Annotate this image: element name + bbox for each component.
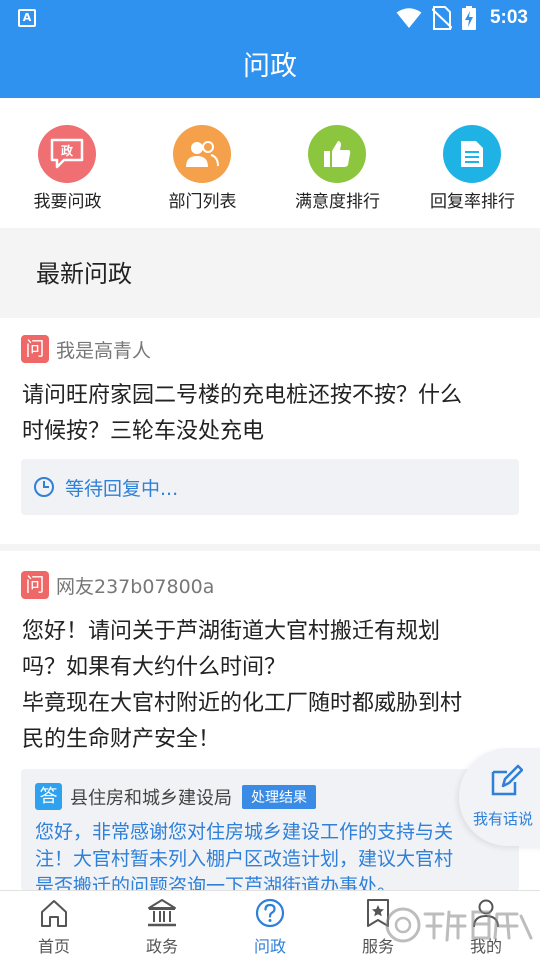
clock-icon bbox=[34, 477, 54, 497]
nav-government[interactable]: 政务 bbox=[108, 891, 216, 960]
asker-row: 问 网友237b07800a bbox=[21, 571, 214, 599]
app-screen: A 5:03 问政 政 我要问政 部门列表 满意度排行 回复率排行 最新问政 问… bbox=[0, 0, 540, 960]
page-title: 问政 bbox=[0, 36, 540, 98]
answer-badge: 答 bbox=[35, 783, 62, 810]
department-name: 县住房和城乡建设局 bbox=[70, 787, 232, 809]
people-icon bbox=[173, 125, 231, 183]
shortcut-reply-rate-rank[interactable]: 回复率排行 bbox=[405, 98, 540, 228]
answer-box: 答 县住房和城乡建设局 处理结果 您好，非常感谢您对住房城乡建设工作的支持与关 … bbox=[21, 769, 519, 891]
nav-label: 首页 bbox=[37, 937, 70, 956]
svg-text:政: 政 bbox=[61, 143, 74, 158]
nav-ask-gov[interactable]: 问政 bbox=[216, 891, 324, 960]
question-badge: 问 bbox=[21, 335, 49, 363]
question-line: 吗？如果有大约什么时间？ bbox=[22, 655, 287, 680]
shortcut-label: 满意度排行 bbox=[295, 192, 380, 212]
asker-name: 我是高青人 bbox=[56, 339, 152, 362]
nav-label: 问政 bbox=[253, 937, 286, 956]
wifi-icon bbox=[396, 8, 422, 28]
question-line: 时候按？三轮车没处充电 bbox=[22, 419, 265, 444]
shortcut-grid: 政 我要问政 部门列表 满意度排行 回复率排行 bbox=[0, 98, 540, 228]
question-circle-icon bbox=[255, 898, 285, 928]
answer-line: 注！大官村暂未列入棚户区改造计划，建议大官村 bbox=[35, 848, 454, 870]
question-text: 请问旺府家园二号楼的充电桩还按不按？什么 时候按？三轮车没处充电 bbox=[22, 378, 520, 450]
question-line: 民的生命财产安全！ bbox=[22, 727, 221, 752]
answer-line: 是否搬迁的问题咨询一下芦湖街道办事处。 bbox=[35, 875, 397, 891]
status-bar: A 5:03 bbox=[0, 0, 540, 36]
asker-name: 网友237b07800a bbox=[56, 575, 215, 598]
answer-header: 答 县住房和城乡建设局 处理结果 bbox=[35, 783, 316, 810]
no-sim-icon bbox=[431, 6, 452, 30]
question-line: 毕竟现在大官村附近的化工厂随时都威胁到村 bbox=[22, 691, 463, 716]
battery-charging-icon bbox=[461, 6, 476, 30]
speak-up-label: 我有话说 bbox=[473, 810, 534, 828]
question-badge: 问 bbox=[21, 571, 49, 599]
shortcut-label: 回复率排行 bbox=[430, 192, 515, 212]
answer-line: 您好，非常感谢您对住房城乡建设工作的支持与关 bbox=[35, 821, 454, 843]
government-building-icon bbox=[148, 899, 176, 927]
shortcut-ask-gov[interactable]: 政 我要问政 bbox=[0, 98, 135, 228]
post-card[interactable]: 问 我是高青人 请问旺府家园二号楼的充电桩还按不按？什么 时候按？三轮车没处充电… bbox=[0, 318, 540, 544]
question-line: 请问旺府家园二号楼的充电桩还按不按？什么 bbox=[22, 383, 463, 408]
nav-label: 政务 bbox=[145, 937, 178, 956]
shortcut-label: 部门列表 bbox=[168, 192, 237, 212]
latest-section-header: 最新问政 bbox=[0, 232, 540, 310]
thumbs-up-icon bbox=[308, 125, 366, 183]
shortcut-satisfaction-rank[interactable]: 满意度排行 bbox=[270, 98, 405, 228]
shortcut-label: 我要问政 bbox=[33, 192, 102, 212]
asker-row: 问 我是高青人 bbox=[21, 335, 151, 363]
nav-home[interactable]: 首页 bbox=[0, 891, 108, 960]
question-text: 您好！请问关于芦湖街道大官村搬迁有规划 吗？如果有大约什么时间？ 毕竟现在大官村… bbox=[22, 614, 520, 758]
ask-gov-icon: 政 bbox=[38, 125, 96, 183]
reply-status-text: 等待回复中... bbox=[65, 478, 179, 500]
shortcut-department-list[interactable]: 部门列表 bbox=[135, 98, 270, 228]
post-card[interactable]: 问 网友237b07800a 您好！请问关于芦湖街道大官村搬迁有规划 吗？如果有… bbox=[0, 551, 540, 891]
question-line: 您好！请问关于芦湖街道大官村搬迁有规划 bbox=[22, 619, 441, 644]
status-time: 5:03 bbox=[489, 7, 528, 28]
accessibility-a-icon: A bbox=[18, 9, 36, 27]
section-title: 最新问政 bbox=[36, 260, 132, 288]
home-icon bbox=[41, 900, 67, 927]
document-icon bbox=[443, 125, 501, 183]
edit-icon bbox=[491, 764, 523, 796]
result-tag: 处理结果 bbox=[242, 784, 316, 809]
status-icons: 5:03 bbox=[396, 5, 528, 31]
reply-status-box: 等待回复中... bbox=[21, 459, 519, 515]
watermark-logo bbox=[385, 907, 533, 943]
answer-text: 您好，非常感谢您对住房城乡建设工作的支持与关 注！大官村暂未列入棚户区改造计划，… bbox=[35, 819, 513, 891]
